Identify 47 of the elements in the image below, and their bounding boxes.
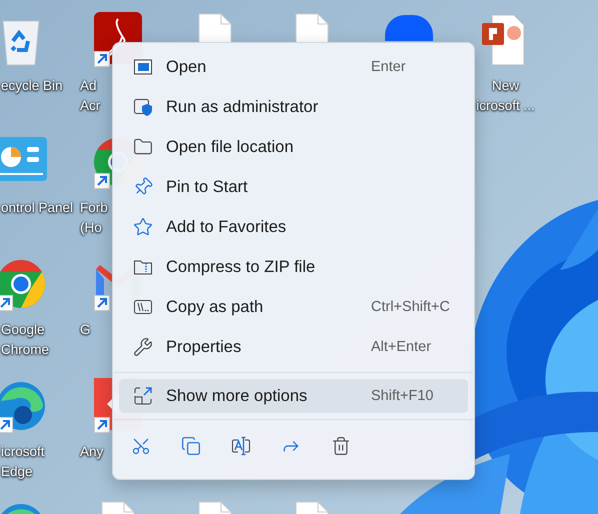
menu-item-label: Show more options (166, 386, 308, 406)
icon-label: Any (80, 443, 104, 461)
menu-item[interactable]: Open file location (119, 127, 468, 167)
icon-label: Edge (1, 463, 33, 481)
menu-item-label: Pin to Start (166, 178, 249, 196)
menu-item[interactable]: Show more options Shift+F10 (119, 379, 468, 413)
menu-item[interactable]: Properties Alt+Enter (119, 327, 468, 367)
copy-icon (181, 436, 201, 456)
icon-label: icrosoft ... (476, 97, 535, 115)
star-icon (133, 217, 153, 237)
icon-label: Ad (80, 77, 97, 95)
shortcut-text: Alt+Enter (371, 339, 432, 355)
icon-label: (Ho (80, 219, 102, 237)
wrench-icon (133, 337, 153, 357)
shortcut-text: Enter (371, 59, 407, 75)
path-icon (133, 297, 153, 317)
shield-icon (133, 97, 153, 117)
menu-item-label: Add to Favorites (166, 218, 288, 236)
icon-label: Forb (80, 199, 108, 217)
menu-item-label: Compress to ZIP file (166, 258, 316, 276)
icon-label: icrosoft (1, 443, 45, 461)
menu-item[interactable]: Pin to Start (119, 167, 468, 207)
shortcut-text: Shift+F10 (371, 388, 434, 404)
icon-label: ecycle Bin (1, 77, 63, 95)
open-more-icon (133, 386, 153, 406)
shortcut-text: Ctrl+Shift+C (371, 299, 451, 315)
icon-label: ontrol Panel (1, 199, 74, 217)
menu-item-label: Open (166, 58, 208, 76)
cut-icon (131, 436, 151, 456)
menu-item-label: Copy as path (166, 298, 264, 316)
menu-item[interactable]: Copy as path Ctrl+Shift+C (119, 287, 468, 327)
icon-label: New (492, 77, 519, 95)
menu-item[interactable]: Run as administrator (119, 87, 468, 127)
menu-item-label: Open file location (166, 138, 294, 156)
menu-item[interactable]: Add to Favorites (119, 207, 468, 247)
icon-label: Acr (80, 97, 100, 115)
menu-item[interactable]: Compress to ZIP file (119, 247, 468, 287)
menu-item-label: Run as administrator (166, 98, 320, 116)
icon-label: Google (1, 321, 45, 339)
icon-label: Chrome (1, 341, 50, 359)
menu-item-label: Properties (166, 338, 242, 356)
rename-icon (231, 436, 251, 456)
menu-item[interactable]: Open Enter (119, 47, 468, 87)
delete-icon (331, 436, 351, 456)
icon-label: G (80, 321, 91, 339)
folder-icon (133, 137, 153, 157)
window-icon (133, 57, 153, 77)
